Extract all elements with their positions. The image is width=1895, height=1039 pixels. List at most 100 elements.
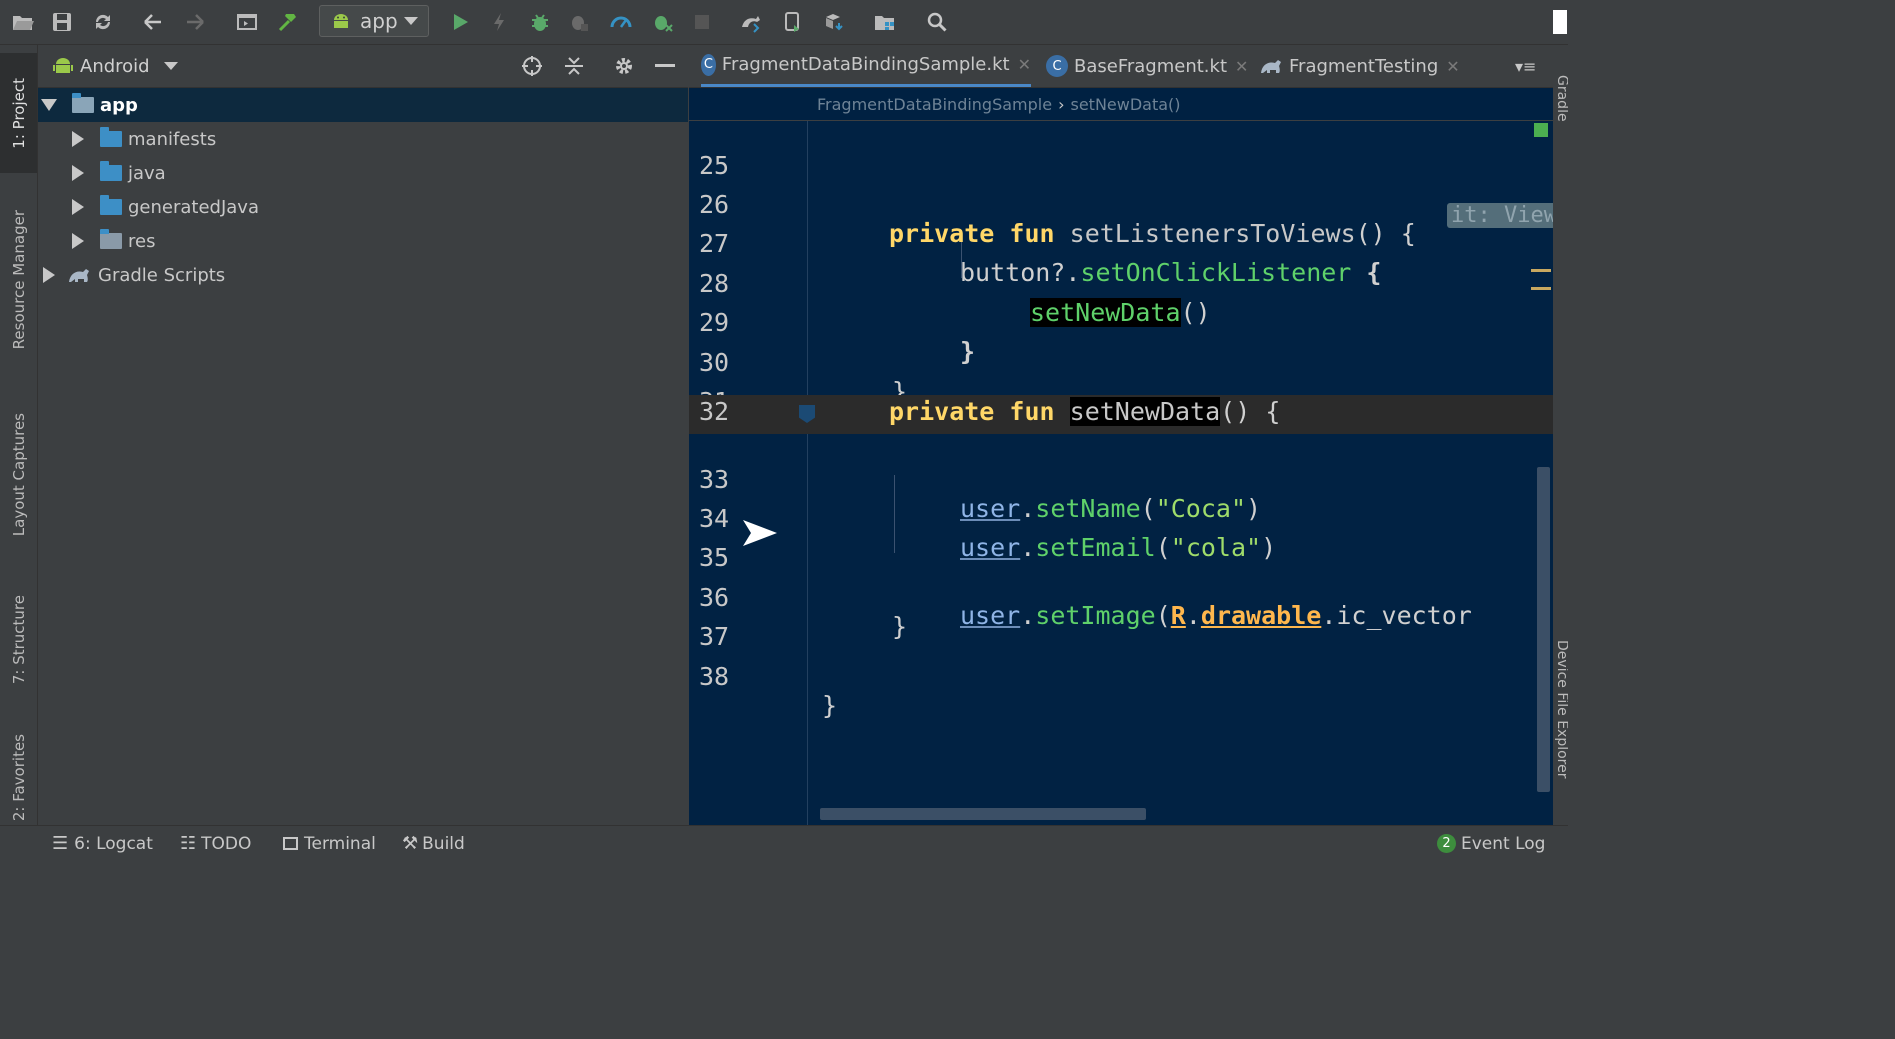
locate-icon[interactable] [521, 55, 543, 81]
line-number: 32 [699, 397, 730, 426]
tree-item-res[interactable]: res [38, 224, 688, 258]
tab-gradle[interactable]: Gradle [1554, 75, 1568, 135]
tab-fragment-data-binding-sample[interactable]: C FragmentDataBindingSample.kt ✕ [701, 45, 1031, 87]
project-structure-icon[interactable] [871, 8, 899, 36]
inspection-status-icon[interactable] [1534, 123, 1548, 137]
breadcrumb-separator-icon: › [1058, 94, 1065, 114]
tree-item-generated-java[interactable]: generatedJava [38, 190, 688, 224]
close-icon[interactable]: ✕ [1235, 57, 1248, 76]
apply-changes-icon[interactable] [485, 8, 513, 36]
tab-todo[interactable]: ☷ TODO [180, 826, 251, 861]
tab-structure[interactable]: 7: Structure [0, 585, 37, 695]
gear-icon[interactable] [613, 55, 635, 81]
vertical-scrollbar[interactable] [1537, 467, 1550, 792]
event-count-badge: 2 [1437, 834, 1456, 853]
project-panel: Android app manifests java generatedJava [38, 45, 688, 825]
code-line: 33 user.setName("Coca") [689, 436, 1553, 523]
android-icon [53, 58, 73, 73]
tab-favorites[interactable]: 2: Favorites [0, 730, 37, 825]
window-edge [1553, 10, 1567, 34]
tab-label: FragmentTesting [1289, 55, 1439, 77]
save-icon[interactable] [48, 8, 76, 36]
expand-arrow-icon [72, 131, 84, 147]
tab-list-icon[interactable]: ▾≡ [1515, 57, 1536, 76]
tab-project[interactable]: 1: Project [0, 53, 37, 173]
tree-item-app[interactable]: app [38, 88, 688, 122]
tab-event-log[interactable]: 2 Event Log [1437, 826, 1545, 861]
collapse-all-icon[interactable] [563, 55, 585, 81]
code-text: private fun setNewData() { [889, 397, 1281, 426]
sdk-manager-icon[interactable] [820, 8, 848, 36]
code-line: 37 [689, 593, 1553, 651]
build-variants-icon[interactable] [233, 8, 261, 36]
breadcrumb: FragmentDataBindingSample › setNewData() [689, 88, 1553, 120]
tree-item-label: java [128, 162, 166, 184]
code-line-current: 32 private fun setNewData() { [689, 395, 1553, 434]
profile-icon[interactable] [607, 8, 635, 36]
expand-arrow-icon [72, 233, 84, 249]
tab-logcat[interactable]: ☰ 6: Logcat [52, 826, 153, 861]
code-line: 27 button?.setOnClickListener { it: View… [689, 200, 1553, 287]
tab-layout-captures[interactable]: Layout Captures [0, 400, 37, 550]
bottom-tool-bar: ☰ 6: Logcat ☷ TODO Terminal ⚒ Build 2 Ev… [0, 825, 1568, 861]
make-project-icon[interactable] [274, 8, 302, 36]
code-line: 34 user.setEmail("cola") [689, 475, 1553, 562]
debug-attach-icon[interactable] [648, 8, 676, 36]
tab-device-file-explorer[interactable]: Device File Explorer [1554, 640, 1568, 800]
run-configuration-dropdown[interactable]: app [319, 5, 429, 37]
tree-item-label: Gradle Scripts [98, 264, 226, 286]
tree-item-label: manifests [128, 128, 217, 150]
avd-manager-icon[interactable] [779, 8, 807, 36]
attach-debugger-icon[interactable] [565, 8, 593, 36]
tree-item-java[interactable]: java [38, 156, 688, 190]
tab-build[interactable]: ⚒ Build [402, 826, 465, 861]
hide-panel-icon[interactable] [655, 64, 675, 67]
breadcrumb-method[interactable]: setNewData() [1070, 95, 1180, 114]
sync-gradle-icon[interactable] [737, 8, 765, 36]
code-line: 25 [689, 122, 1553, 180]
search-icon[interactable] [923, 8, 951, 36]
code-editor[interactable]: 25 26 private fun setListenersToViews() … [689, 121, 1553, 825]
tree-item-gradle-scripts[interactable]: Gradle Scripts [38, 258, 688, 292]
open-folder-icon[interactable] [9, 8, 37, 36]
folder-icon [100, 161, 122, 181]
left-tool-stripe: 1: Project Resource Manager Layout Captu… [0, 45, 38, 825]
close-icon[interactable]: ✕ [1446, 57, 1459, 76]
back-icon[interactable] [139, 8, 167, 36]
bookmark-fold-icon[interactable] [799, 405, 815, 423]
code-line: 26 private fun setListenersToViews() { [689, 161, 1553, 248]
close-icon[interactable]: ✕ [1018, 55, 1031, 74]
generated-folder-icon [100, 195, 122, 215]
chevron-down-icon [163, 62, 178, 70]
cursor-arrow-icon [743, 520, 777, 546]
debug-icon[interactable] [526, 8, 554, 36]
code-line: 35 user.setImage(R.drawable.ic_vector [689, 514, 1553, 630]
tab-base-fragment[interactable]: C BaseFragment.kt ✕ [1046, 45, 1248, 87]
run-icon[interactable] [446, 8, 474, 36]
tab-terminal[interactable]: Terminal [283, 826, 376, 861]
module-folder-icon [72, 93, 94, 113]
forward-icon[interactable] [181, 8, 209, 36]
error-stripe-mark[interactable] [1531, 269, 1551, 272]
project-view-selector[interactable]: Android [52, 54, 178, 78]
tab-label: FragmentDataBindingSample.kt [721, 54, 1010, 75]
error-stripe-mark[interactable] [1531, 287, 1551, 290]
sync-icon[interactable] [89, 8, 117, 36]
android-icon [334, 14, 348, 28]
terminal-icon [283, 837, 298, 850]
horizontal-scrollbar[interactable] [820, 808, 1146, 820]
tab-fragment-testing[interactable]: FragmentTesting ✕ [1260, 45, 1460, 87]
hammer-icon: ⚒ [402, 833, 419, 854]
code-line: 31 [689, 358, 1553, 416]
right-tool-stripe: Gradle Device File Explorer [1554, 45, 1568, 825]
editor-tab-bar: C FragmentDataBindingSample.kt ✕ C BaseF… [689, 45, 1553, 88]
code-line: 36 } [689, 554, 1553, 641]
tree-item-label: generatedJava [128, 196, 259, 218]
tree-item-manifests[interactable]: manifests [38, 122, 688, 156]
stop-icon[interactable] [688, 8, 716, 36]
breadcrumb-class[interactable]: FragmentDataBindingSample [817, 95, 1052, 114]
tab-resource-manager[interactable]: Resource Manager [0, 195, 37, 365]
code-text: } [822, 691, 838, 720]
parameter-hint: it: View! [1447, 203, 1553, 228]
code-line: 29 } [689, 279, 1553, 366]
